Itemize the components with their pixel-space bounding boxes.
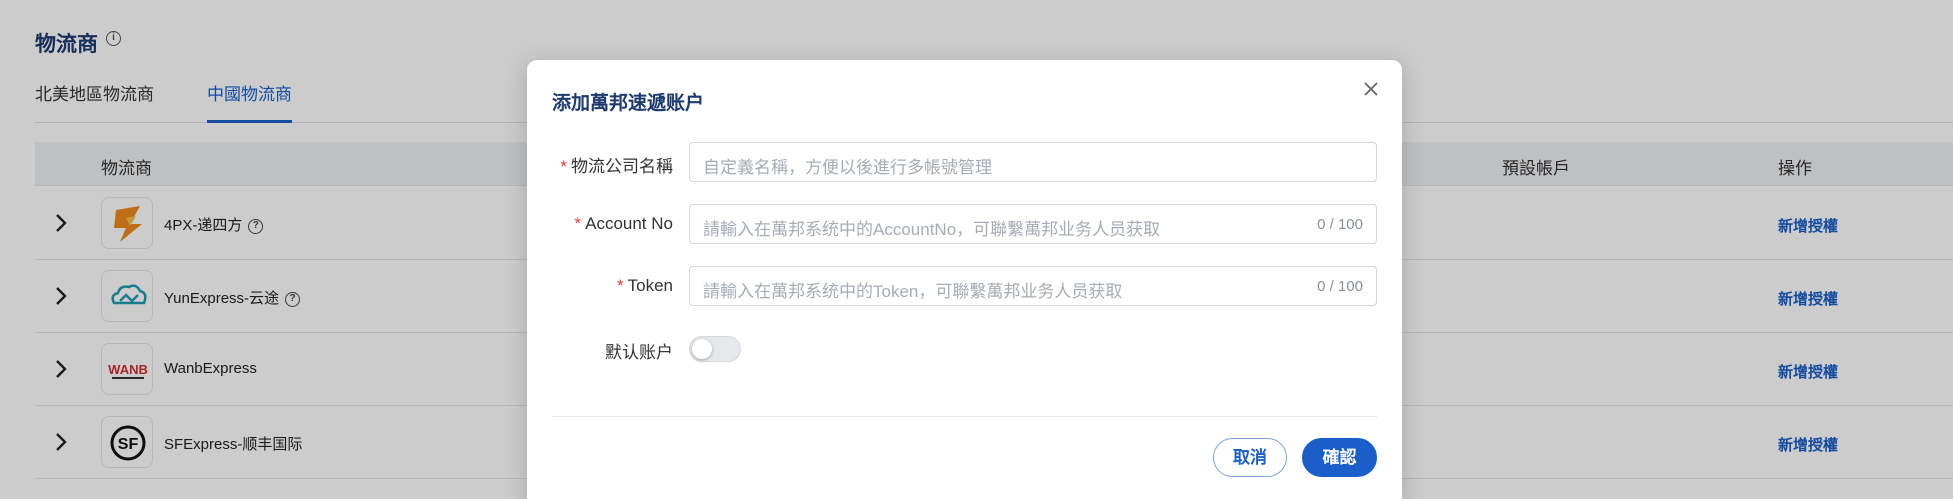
- token-counter: 0 / 100: [1317, 278, 1363, 295]
- account-no-label: * Account No: [574, 214, 673, 233]
- footer-divider: [552, 416, 1377, 417]
- default-account-row: 默认账户: [527, 328, 1402, 370]
- default-account-label: 默认账户: [605, 343, 673, 362]
- company-name-placeholder: 自定義名稱，方便以後進行多帳號管理: [703, 158, 992, 177]
- account-no-row: * Account No 請輸入在萬邦系统中的AccountNo，可聯繫萬邦业务人…: [527, 204, 1402, 246]
- account-no-input[interactable]: 請輸入在萬邦系统中的AccountNo，可聯繫萬邦业务人员获取 0 / 100: [689, 204, 1377, 244]
- account-no-placeholder: 請輸入在萬邦系统中的AccountNo，可聯繫萬邦业务人员获取: [703, 220, 1161, 239]
- company-name-row: * 物流公司名稱 自定義名稱，方便以後進行多帳號管理: [527, 142, 1402, 184]
- close-icon[interactable]: [1360, 78, 1382, 100]
- token-input[interactable]: 請輸入在萬邦系统中的Token，可聯繫萬邦业务人员获取 0 / 100: [689, 266, 1377, 306]
- default-account-toggle[interactable]: [689, 336, 741, 362]
- token-placeholder: 請輸入在萬邦系统中的Token，可聯繫萬邦业务人员获取: [703, 282, 1123, 301]
- dialog-title: 添加萬邦速遞账户: [552, 93, 705, 114]
- company-name-input[interactable]: 自定義名稱，方便以後進行多帳號管理: [689, 142, 1377, 182]
- confirm-button[interactable]: 確認: [1302, 438, 1377, 477]
- add-account-dialog: 添加萬邦速遞账户 * 物流公司名稱 自定義名稱，方便以後進行多帳號管理 * Acco…: [527, 60, 1402, 499]
- token-label: * Token: [617, 276, 673, 295]
- token-row: * Token 請輸入在萬邦系统中的Token，可聯繫萬邦业务人员获取 0 / 1…: [527, 266, 1402, 308]
- account-no-counter: 0 / 100: [1317, 216, 1363, 233]
- company-name-label: * 物流公司名稱: [560, 157, 673, 176]
- cancel-button[interactable]: 取消: [1213, 438, 1287, 477]
- toggle-knob: [692, 339, 712, 359]
